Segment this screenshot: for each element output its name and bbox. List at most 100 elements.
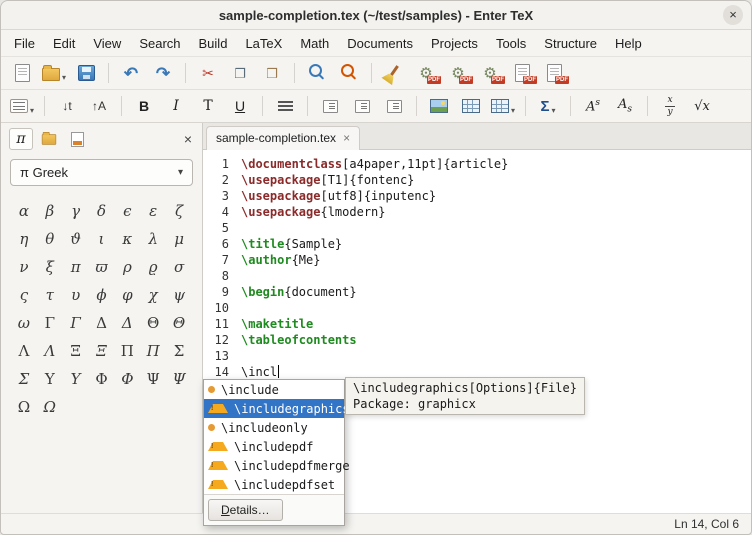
sidebar-tab-symbols[interactable]: π [9, 128, 33, 150]
symbol-cell[interactable]: ϑ [63, 226, 89, 251]
itemize-list-button[interactable] [315, 93, 345, 119]
menu-file[interactable]: File [5, 32, 44, 55]
symbol-cell[interactable]: θ [37, 226, 63, 251]
symbol-cell[interactable]: ϕ [89, 282, 115, 307]
subscript-button[interactable]: As [610, 93, 640, 119]
symbol-cell[interactable]: λ [140, 226, 166, 251]
symbol-cell[interactable]: Φ [89, 366, 115, 391]
symbol-cell[interactable]: ξ [37, 254, 63, 279]
sidebar-close-button[interactable]: × [182, 131, 194, 147]
symbol-cell[interactable]: χ [140, 282, 166, 307]
symbol-cell[interactable]: β [37, 198, 63, 223]
save-button[interactable] [71, 60, 101, 86]
tab-close-icon[interactable]: × [343, 132, 350, 144]
symbol-cell[interactable]: ϱ [140, 254, 166, 279]
menu-help[interactable]: Help [606, 32, 651, 55]
symbol-cell[interactable]: Γ [37, 310, 63, 335]
symbol-cell[interactable]: ρ [114, 254, 140, 279]
symbol-cell[interactable]: γ [63, 198, 89, 223]
symbol-cell[interactable]: μ [166, 226, 192, 251]
menu-projects[interactable]: Projects [422, 32, 487, 55]
symbol-cell[interactable]: υ [63, 282, 89, 307]
symbol-cell[interactable]: Σ [11, 366, 37, 391]
symbol-cell[interactable]: Λ [11, 338, 37, 363]
symbol-cell[interactable]: α [11, 198, 37, 223]
menu-search[interactable]: Search [130, 32, 189, 55]
symbol-cell[interactable]: η [11, 226, 37, 251]
to-uppercase-button[interactable]: ↑A [84, 93, 114, 119]
clean-auxiliary-files-button[interactable] [379, 60, 409, 86]
symbol-cell[interactable]: Δ [89, 310, 115, 335]
symbol-cell[interactable]: σ [166, 254, 192, 279]
symbol-cell[interactable]: π [63, 254, 89, 279]
enumerate-list-button[interactable] [347, 93, 377, 119]
symbol-cell[interactable]: ω [11, 310, 37, 335]
symbol-category-select[interactable]: π Greek ▾ [10, 159, 193, 186]
symbol-cell[interactable]: Π [140, 338, 166, 363]
symbol-cell[interactable]: Θ [140, 310, 166, 335]
symbol-cell[interactable]: ς [11, 282, 37, 307]
symbol-cell[interactable]: Φ [114, 366, 140, 391]
align-center-button[interactable] [270, 93, 300, 119]
build-and-view-button[interactable]: ⚙PDF [411, 60, 441, 86]
symbol-cell[interactable]: ϵ [114, 198, 140, 223]
sidebar-tab-pdf[interactable] [65, 128, 89, 150]
open-document-button[interactable]: ▾ [39, 60, 69, 86]
editor-tab[interactable]: sample-completion.tex × [206, 126, 360, 150]
superscript-button[interactable]: As [578, 93, 608, 119]
completion-item[interactable]: \includepdf [204, 437, 344, 456]
paste-button[interactable]: ❒ [257, 60, 287, 86]
symbol-cell[interactable]: Π [114, 338, 140, 363]
symbol-cell[interactable]: Ξ [63, 338, 89, 363]
symbol-cell[interactable]: ι [89, 226, 115, 251]
new-document-button[interactable] [7, 60, 37, 86]
find-button[interactable] [302, 60, 332, 86]
menu-tools[interactable]: Tools [487, 32, 535, 55]
symbol-cell[interactable]: Ψ [166, 366, 192, 391]
math-symbols-button[interactable]: Σ▾ [533, 93, 563, 119]
completion-details-button[interactable]: Details… [208, 499, 283, 521]
symbol-cell[interactable]: Γ [63, 310, 89, 335]
completion-item[interactable]: \includegraphics [204, 399, 344, 418]
compile-button[interactable]: ⚙PDF [443, 60, 473, 86]
symbol-cell[interactable]: φ [114, 282, 140, 307]
redo-button[interactable]: ↷ [148, 60, 178, 86]
description-list-button[interactable] [379, 93, 409, 119]
square-root-button[interactable]: √x [687, 93, 717, 119]
typewriter-button[interactable]: T [193, 93, 223, 119]
view-log-button[interactable]: PDF [539, 60, 569, 86]
symbol-cell[interactable]: ε [140, 198, 166, 223]
symbol-cell[interactable]: Ξ [89, 338, 115, 363]
find-replace-button[interactable] [334, 60, 364, 86]
italic-button[interactable]: I [161, 93, 191, 119]
view-pdf-button[interactable]: PDF [507, 60, 537, 86]
undo-button[interactable]: ↶ [116, 60, 146, 86]
symbol-cell[interactable]: Ω [37, 394, 63, 419]
symbol-cell[interactable]: δ [89, 198, 115, 223]
symbol-cell[interactable]: κ [114, 226, 140, 251]
menu-build[interactable]: Build [190, 32, 237, 55]
menu-math[interactable]: Math [291, 32, 338, 55]
symbol-cell[interactable]: ψ [166, 282, 192, 307]
insert-tabular-button[interactable]: ▾ [488, 93, 518, 119]
completion-item[interactable]: \includeonly [204, 418, 344, 437]
symbol-cell[interactable]: Υ [37, 366, 63, 391]
symbol-cell[interactable]: Υ [63, 366, 89, 391]
menu-documents[interactable]: Documents [338, 32, 422, 55]
insert-image-button[interactable] [424, 93, 454, 119]
symbol-cell[interactable]: Λ [37, 338, 63, 363]
window-close-button[interactable]: × [723, 5, 743, 25]
menu-latex[interactable]: LaTeX [236, 32, 291, 55]
menu-structure[interactable]: Structure [535, 32, 606, 55]
symbol-cell[interactable]: ζ [166, 198, 192, 223]
copy-button[interactable]: ❐ [225, 60, 255, 86]
symbol-cell[interactable]: Δ [114, 310, 140, 335]
insert-table-button[interactable] [456, 93, 486, 119]
menu-edit[interactable]: Edit [44, 32, 84, 55]
symbol-cell[interactable]: Ω [11, 394, 37, 419]
completion-item[interactable]: \includepdfmerge [204, 456, 344, 475]
to-lowercase-button[interactable]: ↓t [52, 93, 82, 119]
symbol-cell[interactable]: ϖ [89, 254, 115, 279]
sidebar-tab-structure[interactable] [37, 128, 61, 150]
bold-button[interactable]: B [129, 93, 159, 119]
